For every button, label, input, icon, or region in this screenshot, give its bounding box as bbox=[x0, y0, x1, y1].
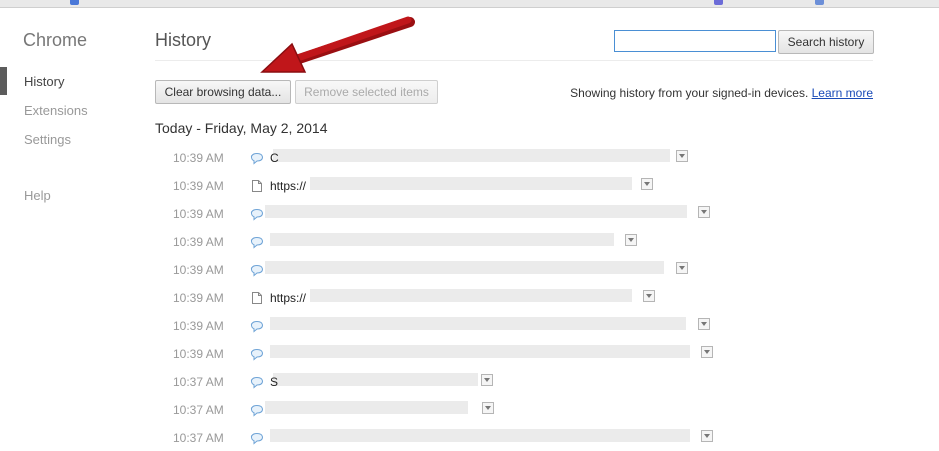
signed-in-info: Showing history from your signed-in devi… bbox=[570, 86, 873, 100]
redacted-entry-title bbox=[270, 345, 690, 358]
nav-selection-indicator bbox=[0, 67, 7, 95]
entry-menu-dropdown-icon[interactable] bbox=[698, 318, 710, 330]
history-entry[interactable]: 10:37 AM bbox=[155, 423, 855, 451]
learn-more-link[interactable]: Learn more bbox=[812, 86, 873, 100]
signed-in-info-text: Showing history from your signed-in devi… bbox=[570, 86, 809, 100]
entry-menu-dropdown-icon[interactable] bbox=[482, 402, 494, 414]
entry-time: 10:39 AM bbox=[173, 347, 224, 361]
entry-title[interactable]: https:// bbox=[270, 291, 306, 305]
cloud-icon bbox=[250, 320, 264, 333]
redacted-entry-title bbox=[265, 261, 664, 274]
entry-time: 10:37 AM bbox=[173, 431, 224, 445]
entry-time: 10:39 AM bbox=[173, 319, 224, 333]
redacted-entry-title bbox=[265, 401, 468, 414]
arrow-shaft bbox=[288, 16, 412, 64]
entry-time: 10:37 AM bbox=[173, 375, 224, 389]
entry-menu-dropdown-icon[interactable] bbox=[676, 262, 688, 274]
redacted-entry-title bbox=[265, 205, 687, 218]
arrow-shaft-shadow bbox=[285, 17, 415, 67]
redacted-entry-title bbox=[270, 317, 686, 330]
browser-toolbar-strip bbox=[0, 0, 939, 8]
bookmark-icon[interactable] bbox=[70, 0, 79, 5]
cloud-icon bbox=[250, 376, 264, 389]
history-entry[interactable]: 10:37 AM bbox=[155, 395, 855, 423]
entry-menu-dropdown-icon[interactable] bbox=[481, 374, 493, 386]
sidebar-item-history[interactable]: History bbox=[24, 74, 64, 89]
entry-menu-dropdown-icon[interactable] bbox=[676, 150, 688, 162]
entry-time: 10:39 AM bbox=[173, 207, 224, 221]
history-entry[interactable]: 10:39 AM bbox=[155, 227, 855, 255]
cloud-icon bbox=[250, 404, 264, 417]
entry-menu-dropdown-icon[interactable] bbox=[698, 206, 710, 218]
redacted-entry-title bbox=[273, 149, 670, 162]
entry-time: 10:39 AM bbox=[173, 291, 224, 305]
history-entry[interactable]: 10:39 AM https:// bbox=[155, 283, 855, 311]
redacted-entry-title bbox=[270, 429, 690, 442]
entry-time: 10:39 AM bbox=[173, 263, 224, 277]
redacted-entry-title bbox=[310, 289, 632, 302]
entry-menu-dropdown-icon[interactable] bbox=[625, 234, 637, 246]
page-icon bbox=[252, 180, 262, 192]
entry-time: 10:39 AM bbox=[173, 179, 224, 193]
history-entry[interactable]: 10:37 AM S bbox=[155, 367, 855, 395]
cloud-icon bbox=[250, 264, 264, 277]
sidebar-item-extensions[interactable]: Extensions bbox=[24, 103, 88, 118]
history-entry[interactable]: 10:39 AM C bbox=[155, 143, 855, 171]
entry-menu-dropdown-icon[interactable] bbox=[641, 178, 653, 190]
history-entry[interactable]: 10:39 AM bbox=[155, 311, 855, 339]
cloud-icon bbox=[250, 432, 264, 445]
history-entry[interactable]: 10:39 AM bbox=[155, 199, 855, 227]
cloud-icon bbox=[250, 236, 264, 249]
clear-browsing-data-button[interactable]: Clear browsing data... bbox=[155, 80, 291, 104]
history-entry[interactable]: 10:39 AM https:// bbox=[155, 171, 855, 199]
redacted-entry-title bbox=[310, 177, 632, 190]
cloud-icon bbox=[250, 152, 264, 165]
sidebar-item-settings[interactable]: Settings bbox=[24, 132, 71, 147]
chrome-brand: Chrome bbox=[23, 30, 88, 50]
entry-time: 10:39 AM bbox=[173, 151, 224, 165]
redacted-entry-title bbox=[270, 233, 614, 246]
cloud-icon bbox=[250, 208, 264, 221]
bookmark-icon[interactable] bbox=[714, 0, 723, 5]
date-heading: Today - Friday, May 2, 2014 bbox=[155, 120, 328, 136]
entry-title[interactable]: https:// bbox=[270, 179, 306, 193]
entry-title[interactable]: C bbox=[270, 151, 279, 165]
history-entry[interactable]: 10:39 AM bbox=[155, 255, 855, 283]
page-icon bbox=[252, 292, 262, 304]
sidebar-item-help[interactable]: Help bbox=[24, 188, 51, 203]
entry-time: 10:39 AM bbox=[173, 235, 224, 249]
cloud-icon bbox=[250, 348, 264, 361]
header-divider bbox=[155, 60, 873, 61]
entry-menu-dropdown-icon[interactable] bbox=[643, 290, 655, 302]
history-entry[interactable]: 10:39 AM bbox=[155, 339, 855, 367]
remove-selected-items-button[interactable]: Remove selected items bbox=[295, 80, 438, 104]
entry-title[interactable]: S bbox=[270, 375, 278, 389]
arrow-head bbox=[260, 42, 307, 73]
page-title: History bbox=[155, 30, 212, 50]
search-input[interactable] bbox=[614, 30, 776, 52]
entry-time: 10:37 AM bbox=[173, 403, 224, 417]
entry-menu-dropdown-icon[interactable] bbox=[701, 430, 713, 442]
redacted-entry-title bbox=[273, 373, 478, 386]
entry-menu-dropdown-icon[interactable] bbox=[701, 346, 713, 358]
bookmark-icon[interactable] bbox=[815, 0, 824, 5]
search-history-button[interactable]: Search history bbox=[778, 30, 874, 54]
